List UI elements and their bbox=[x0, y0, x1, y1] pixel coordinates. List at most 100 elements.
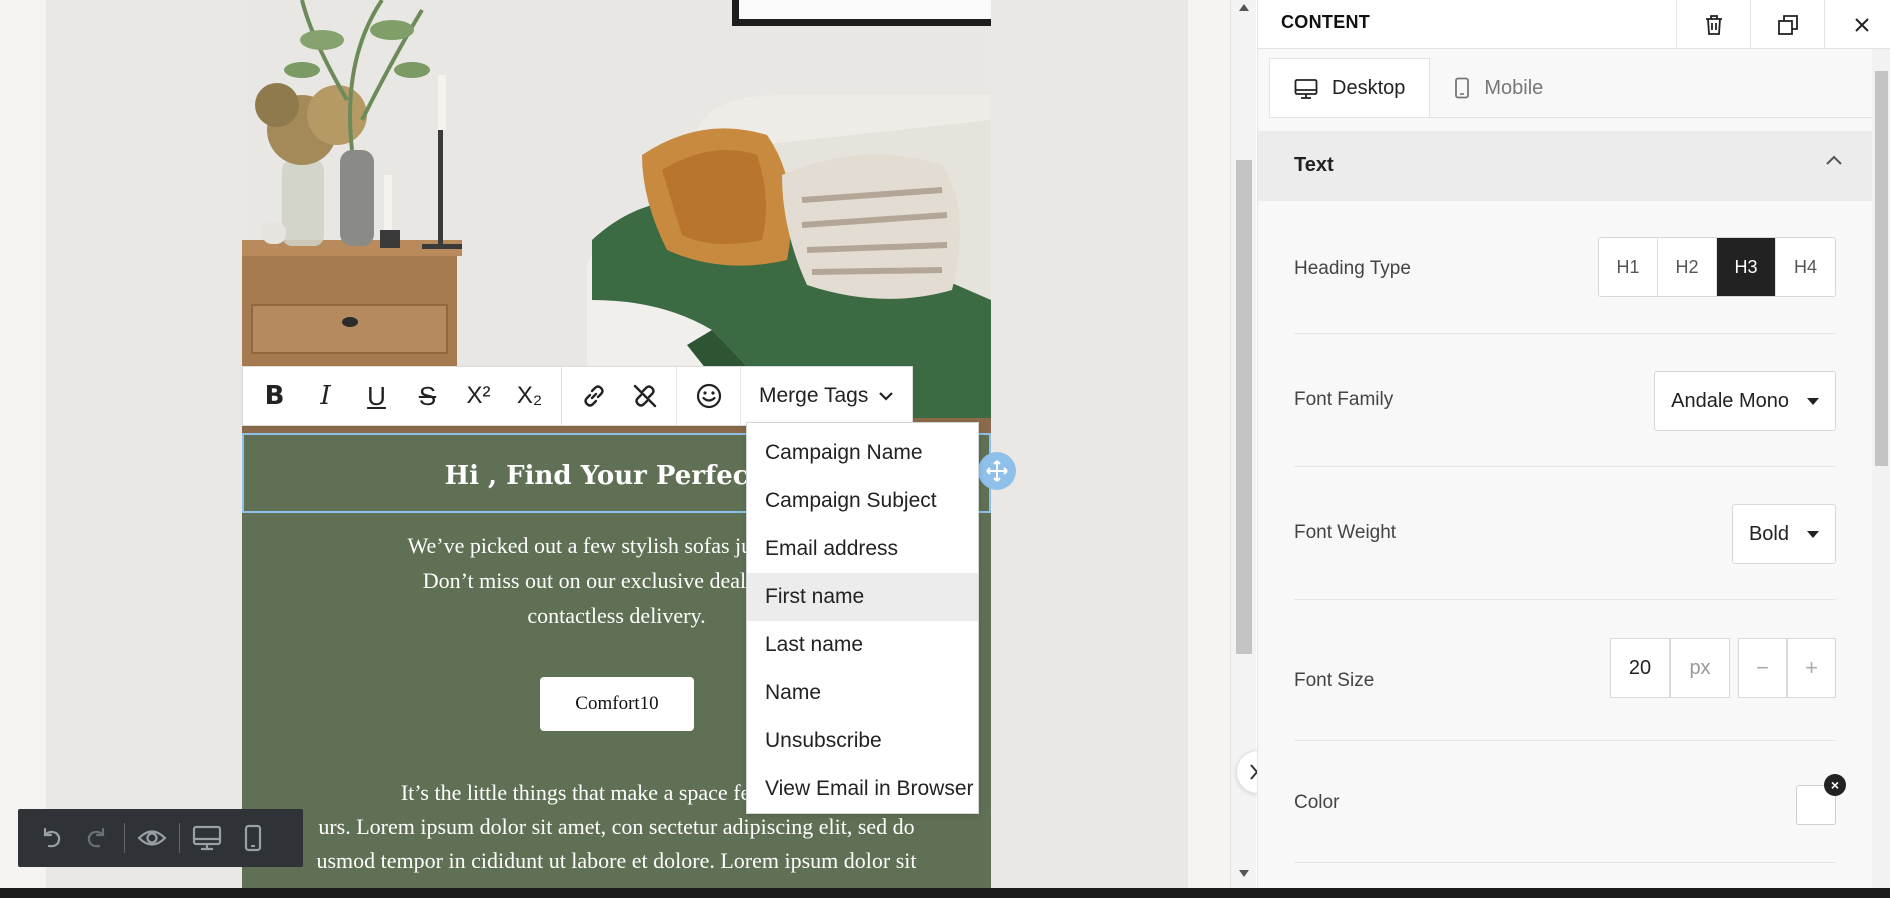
subscript-button[interactable]: X₂ bbox=[504, 367, 555, 425]
redo-button[interactable] bbox=[74, 815, 120, 861]
mobile-view-button[interactable] bbox=[230, 815, 276, 861]
delete-button[interactable] bbox=[1676, 0, 1750, 49]
desktop-icon bbox=[1294, 78, 1318, 99]
desktop-view-button[interactable] bbox=[184, 815, 230, 861]
bold-icon: B bbox=[264, 381, 285, 411]
merge-tag-campaign-subject[interactable]: Campaign Subject bbox=[747, 477, 978, 525]
unlink-icon bbox=[633, 384, 656, 408]
heading-h4-button[interactable]: H4 bbox=[1776, 238, 1835, 296]
close-icon bbox=[1854, 17, 1869, 32]
superscript-button[interactable]: X² bbox=[453, 367, 504, 425]
merge-tag-campaign-name[interactable]: Campaign Name bbox=[747, 429, 978, 477]
panel-header: CONTENT bbox=[1258, 0, 1890, 49]
scroll-down-icon[interactable] bbox=[1239, 870, 1249, 877]
caret-down-icon bbox=[1807, 397, 1819, 405]
merge-tag-last-name[interactable]: Last name bbox=[747, 621, 978, 669]
underline-button[interactable]: U bbox=[351, 367, 402, 425]
font-family-value: Andale Mono bbox=[1671, 389, 1789, 412]
tab-mobile-label: Mobile bbox=[1484, 76, 1544, 99]
emoji-icon bbox=[696, 383, 721, 409]
merge-tag-email-address[interactable]: Email address bbox=[747, 525, 978, 573]
font-family-label: Font Family bbox=[1294, 389, 1394, 410]
copy-icon bbox=[1777, 14, 1798, 35]
font-size-decrease-button[interactable]: − bbox=[1738, 638, 1787, 698]
section-title: Text bbox=[1294, 154, 1334, 176]
font-weight-row: Font Weight Bold bbox=[1294, 467, 1836, 600]
color-row: Color × bbox=[1294, 741, 1846, 863]
color-label: Color bbox=[1294, 792, 1340, 813]
italic-icon: I bbox=[320, 381, 331, 411]
mobile-icon bbox=[244, 824, 262, 852]
redo-icon bbox=[87, 827, 105, 848]
font-family-row: Font Family Andale Mono bbox=[1294, 334, 1836, 467]
merge-tag-name[interactable]: Name bbox=[747, 669, 978, 717]
link-icon bbox=[583, 385, 604, 407]
email-body2-line: urs. Lorem ipsum dolor sit amet, con sec… bbox=[318, 814, 915, 839]
desktop-icon bbox=[192, 825, 222, 851]
emoji-group bbox=[677, 367, 741, 425]
bold-button[interactable]: B bbox=[249, 367, 300, 425]
merge-tag-unsubscribe[interactable]: Unsubscribe bbox=[747, 717, 978, 765]
superscript-icon: X² bbox=[466, 382, 491, 409]
strikethrough-icon: S bbox=[418, 380, 437, 411]
trash-icon bbox=[1705, 14, 1722, 35]
link-group bbox=[562, 367, 677, 425]
font-family-select[interactable]: Andale Mono bbox=[1654, 371, 1836, 431]
panel-title: CONTENT bbox=[1281, 12, 1371, 32]
email-heading[interactable]: Hi , Find Your Perfect S bbox=[445, 461, 789, 491]
link-button[interactable] bbox=[568, 367, 619, 425]
preview-button[interactable] bbox=[129, 815, 175, 861]
device-tabs: Desktop Mobile bbox=[1269, 58, 1567, 118]
font-size-input[interactable]: 20 bbox=[1610, 638, 1670, 698]
eye-icon bbox=[137, 830, 167, 846]
merge-tag-view-in-browser[interactable]: View Email in Browser bbox=[747, 765, 978, 813]
move-handle-icon[interactable] bbox=[978, 452, 1016, 490]
editor-dock bbox=[18, 809, 303, 867]
heading-h1-button[interactable]: H1 bbox=[1599, 238, 1658, 296]
duplicate-button[interactable] bbox=[1750, 0, 1824, 49]
undo-button[interactable] bbox=[28, 815, 74, 861]
heading-h2-button[interactable]: H2 bbox=[1658, 238, 1717, 296]
tab-desktop-label: Desktop bbox=[1332, 77, 1406, 99]
text-section-header[interactable]: Text bbox=[1258, 131, 1872, 201]
editor-canvas: Hi , Find Your Perfect S We’ve picked ou… bbox=[0, 0, 1230, 898]
caret-down-icon bbox=[1807, 530, 1819, 538]
scroll-up-icon[interactable] bbox=[1239, 4, 1249, 11]
tabs-divider bbox=[1269, 117, 1881, 118]
tab-desktop[interactable]: Desktop bbox=[1269, 58, 1431, 118]
heading-type-selector: H1 H2 H3 H4 bbox=[1598, 237, 1836, 297]
chevron-down-icon bbox=[879, 392, 894, 401]
font-weight-select[interactable]: Bold bbox=[1731, 504, 1836, 564]
unlink-button[interactable] bbox=[619, 367, 670, 425]
merge-tags-button[interactable]: Merge Tags bbox=[741, 367, 912, 425]
strikethrough-button[interactable]: S bbox=[402, 367, 453, 425]
italic-button[interactable]: I bbox=[300, 367, 351, 425]
chevron-up-icon bbox=[1826, 155, 1842, 165]
panel-scrollbar[interactable] bbox=[1872, 49, 1890, 898]
tab-mobile[interactable]: Mobile bbox=[1430, 58, 1567, 118]
merge-tags-label: Merge Tags bbox=[759, 384, 869, 407]
dock-divider bbox=[124, 823, 125, 853]
merge-tags-menu: Campaign Name Campaign Subject Email add… bbox=[746, 422, 979, 814]
heading-type-label: Heading Type bbox=[1294, 258, 1411, 279]
undo-icon bbox=[43, 827, 61, 848]
dock-divider bbox=[179, 823, 180, 853]
merge-tag-first-name[interactable]: First name bbox=[747, 573, 978, 621]
font-size-unit: px bbox=[1670, 638, 1730, 698]
close-button[interactable] bbox=[1824, 0, 1890, 49]
clear-color-icon[interactable]: × bbox=[1824, 774, 1846, 796]
coupon-button[interactable]: Comfort10 bbox=[540, 677, 694, 731]
panel-scroll-thumb[interactable] bbox=[1875, 71, 1888, 466]
font-size-label: Font Size bbox=[1294, 670, 1375, 691]
font-size-increase-button[interactable]: + bbox=[1787, 638, 1836, 698]
font-weight-value: Bold bbox=[1748, 522, 1789, 545]
emoji-button[interactable] bbox=[683, 367, 734, 425]
canvas-scroll-thumb[interactable] bbox=[1236, 160, 1252, 654]
window-bottom-edge bbox=[0, 888, 1890, 898]
heading-h3-button[interactable]: H3 bbox=[1717, 238, 1776, 296]
heading-type-row: Heading Type H1 H2 H3 H4 bbox=[1294, 228, 1836, 334]
font-size-row: Font Size 20 px − + bbox=[1294, 600, 1836, 741]
font-weight-label: Font Weight bbox=[1294, 522, 1397, 543]
properties-panel: CONTENT Desktop Mobile Text Heading Type… bbox=[1257, 0, 1890, 898]
text-format-toolbar: B I U S X² X₂ Merge Tags bbox=[242, 366, 914, 426]
